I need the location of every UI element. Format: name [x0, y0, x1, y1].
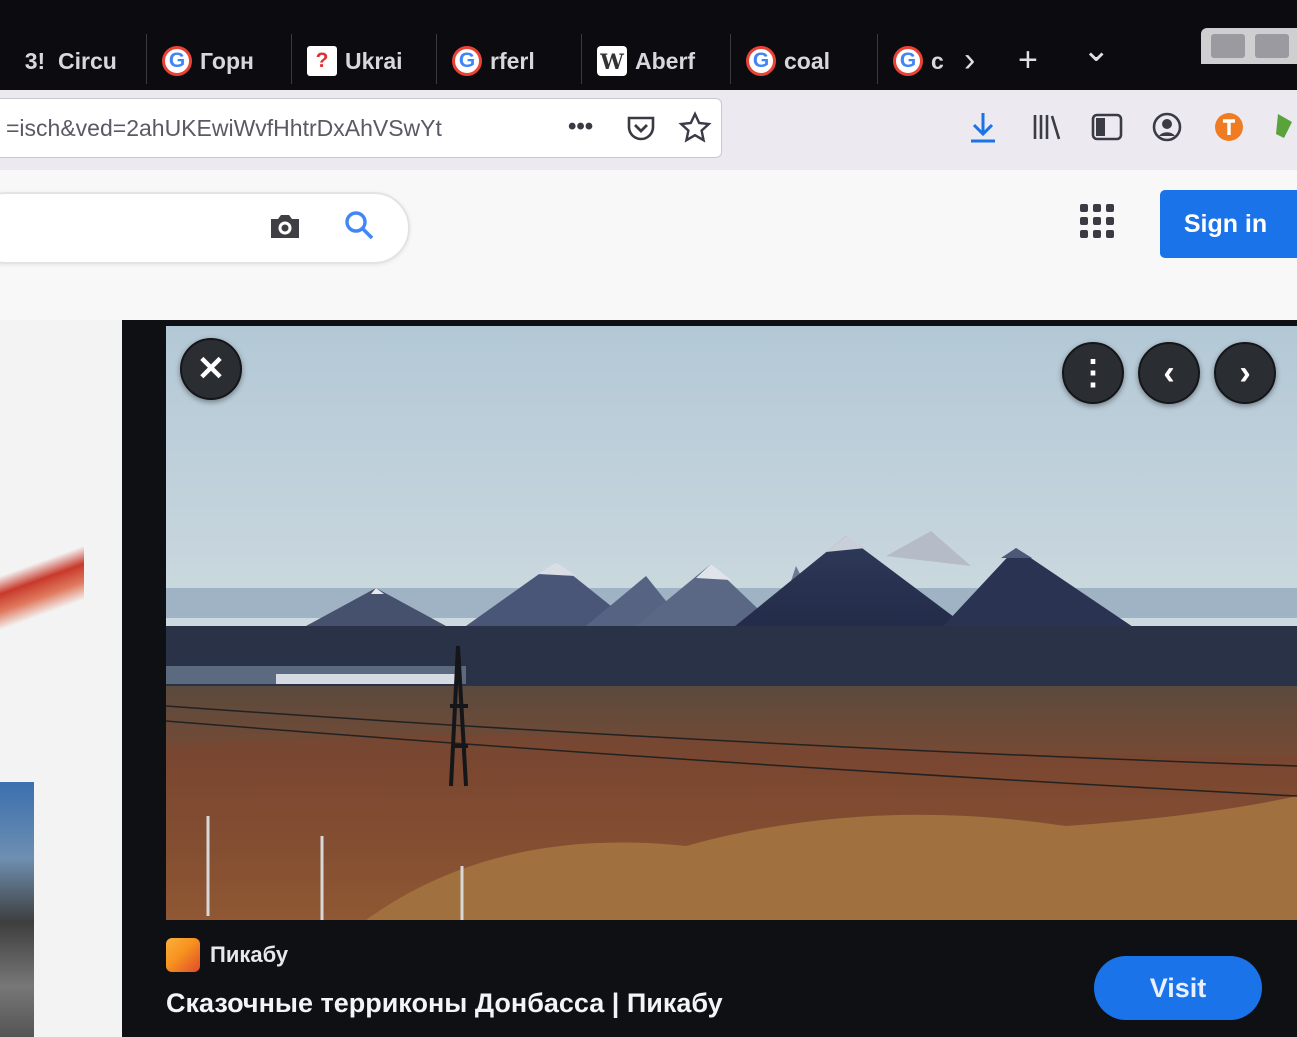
- tab-label: coal: [784, 47, 831, 74]
- tab-c[interactable]: G c: [879, 38, 949, 84]
- chevron-right-icon[interactable]: ›: [964, 40, 975, 80]
- result-thumbnail[interactable]: [0, 540, 84, 630]
- download-icon[interactable]: [966, 110, 1000, 153]
- tab-separator: [146, 34, 147, 84]
- account-icon[interactable]: [1150, 110, 1184, 151]
- tab-separator: [581, 34, 582, 84]
- close-icon[interactable]: ✕: [180, 338, 242, 400]
- source-name: Пикабу: [210, 942, 289, 967]
- sidebar-icon[interactable]: [1090, 110, 1124, 151]
- preview-image[interactable]: [166, 326, 1297, 920]
- pikabu-logo-icon: [166, 938, 200, 972]
- google-header: Sign in: [0, 170, 1297, 320]
- image-results: [0, 320, 125, 1037]
- tab-label: Circu: [58, 47, 117, 74]
- library-icon[interactable]: [1030, 110, 1064, 151]
- visit-button[interactable]: Visit: [1094, 956, 1262, 1020]
- tab-circu[interactable]: 3! Circu: [6, 38, 146, 84]
- tab-aberf[interactable]: W Aberf: [583, 38, 729, 84]
- tab-separator: [730, 34, 731, 84]
- tab-label: rferl: [490, 47, 535, 74]
- window-controls: [1201, 28, 1297, 64]
- extension-icon[interactable]: [1212, 110, 1246, 151]
- more-options-icon[interactable]: ⋮: [1062, 342, 1124, 404]
- address-bar[interactable]: =isch&ved=2ahUKEwiWvfHhtrDxAhVSwYt •••: [0, 98, 722, 158]
- tab-label: Горн: [200, 47, 254, 74]
- chevron-down-icon[interactable]: ⌄: [1082, 30, 1111, 70]
- sign-in-button[interactable]: Sign in: [1160, 190, 1297, 258]
- tab-coal[interactable]: G coal: [732, 38, 876, 84]
- new-tab-icon[interactable]: +: [1018, 40, 1038, 80]
- search-input[interactable]: [0, 192, 410, 264]
- extension-icon[interactable]: [1270, 110, 1297, 151]
- image-source[interactable]: Пикабу: [166, 938, 288, 972]
- search-icon[interactable]: [342, 208, 376, 250]
- more-actions-icon[interactable]: •••: [568, 113, 593, 141]
- camera-icon[interactable]: [268, 210, 302, 250]
- chevron-left-icon[interactable]: ‹: [1138, 342, 1200, 404]
- maximize-button[interactable]: [1255, 34, 1289, 58]
- tab-favicon: 3!: [24, 47, 46, 74]
- wikipedia-favicon-icon: W: [597, 46, 627, 76]
- chevron-right-icon[interactable]: ›: [1214, 342, 1276, 404]
- yellow-favicon-icon: ?: [307, 46, 337, 76]
- image-viewer-panel: ✕ ⋮ ‹ › Пикабу Сказочные терриконы Донба…: [122, 320, 1297, 1037]
- google-favicon-icon: G: [452, 46, 482, 76]
- url-text[interactable]: =isch&ved=2ahUKEwiWvfHhtrDxAhVSwYt: [6, 115, 506, 142]
- tab-separator: [877, 34, 878, 84]
- pocket-icon[interactable]: [624, 111, 658, 152]
- tab-gorn[interactable]: G Горн: [148, 38, 290, 84]
- google-favicon-icon: G: [893, 46, 923, 76]
- tab-separator: [436, 34, 437, 84]
- star-icon[interactable]: [678, 111, 712, 152]
- image-title[interactable]: Сказочные терриконы Донбасса | Пикабу: [166, 988, 723, 1019]
- google-favicon-icon: G: [746, 46, 776, 76]
- tab-label: c: [931, 47, 944, 74]
- result-thumbnail[interactable]: [0, 782, 34, 1037]
- apps-grid-icon[interactable]: [1080, 204, 1114, 238]
- tab-rferl[interactable]: G rferl: [438, 38, 580, 84]
- tab-separator: [291, 34, 292, 84]
- tab-label: Ukrai: [345, 47, 403, 74]
- tab-strip: 3! Circu G Горн ? Ukrai G rferl W Aberf …: [0, 0, 1297, 90]
- minimize-button[interactable]: [1211, 34, 1245, 58]
- tab-ukrai[interactable]: ? Ukrai: [293, 38, 435, 84]
- navigation-toolbar: =isch&ved=2ahUKEwiWvfHhtrDxAhVSwYt •••: [0, 90, 1297, 170]
- tab-label: Aberf: [635, 47, 696, 74]
- google-favicon-icon: G: [162, 46, 192, 76]
